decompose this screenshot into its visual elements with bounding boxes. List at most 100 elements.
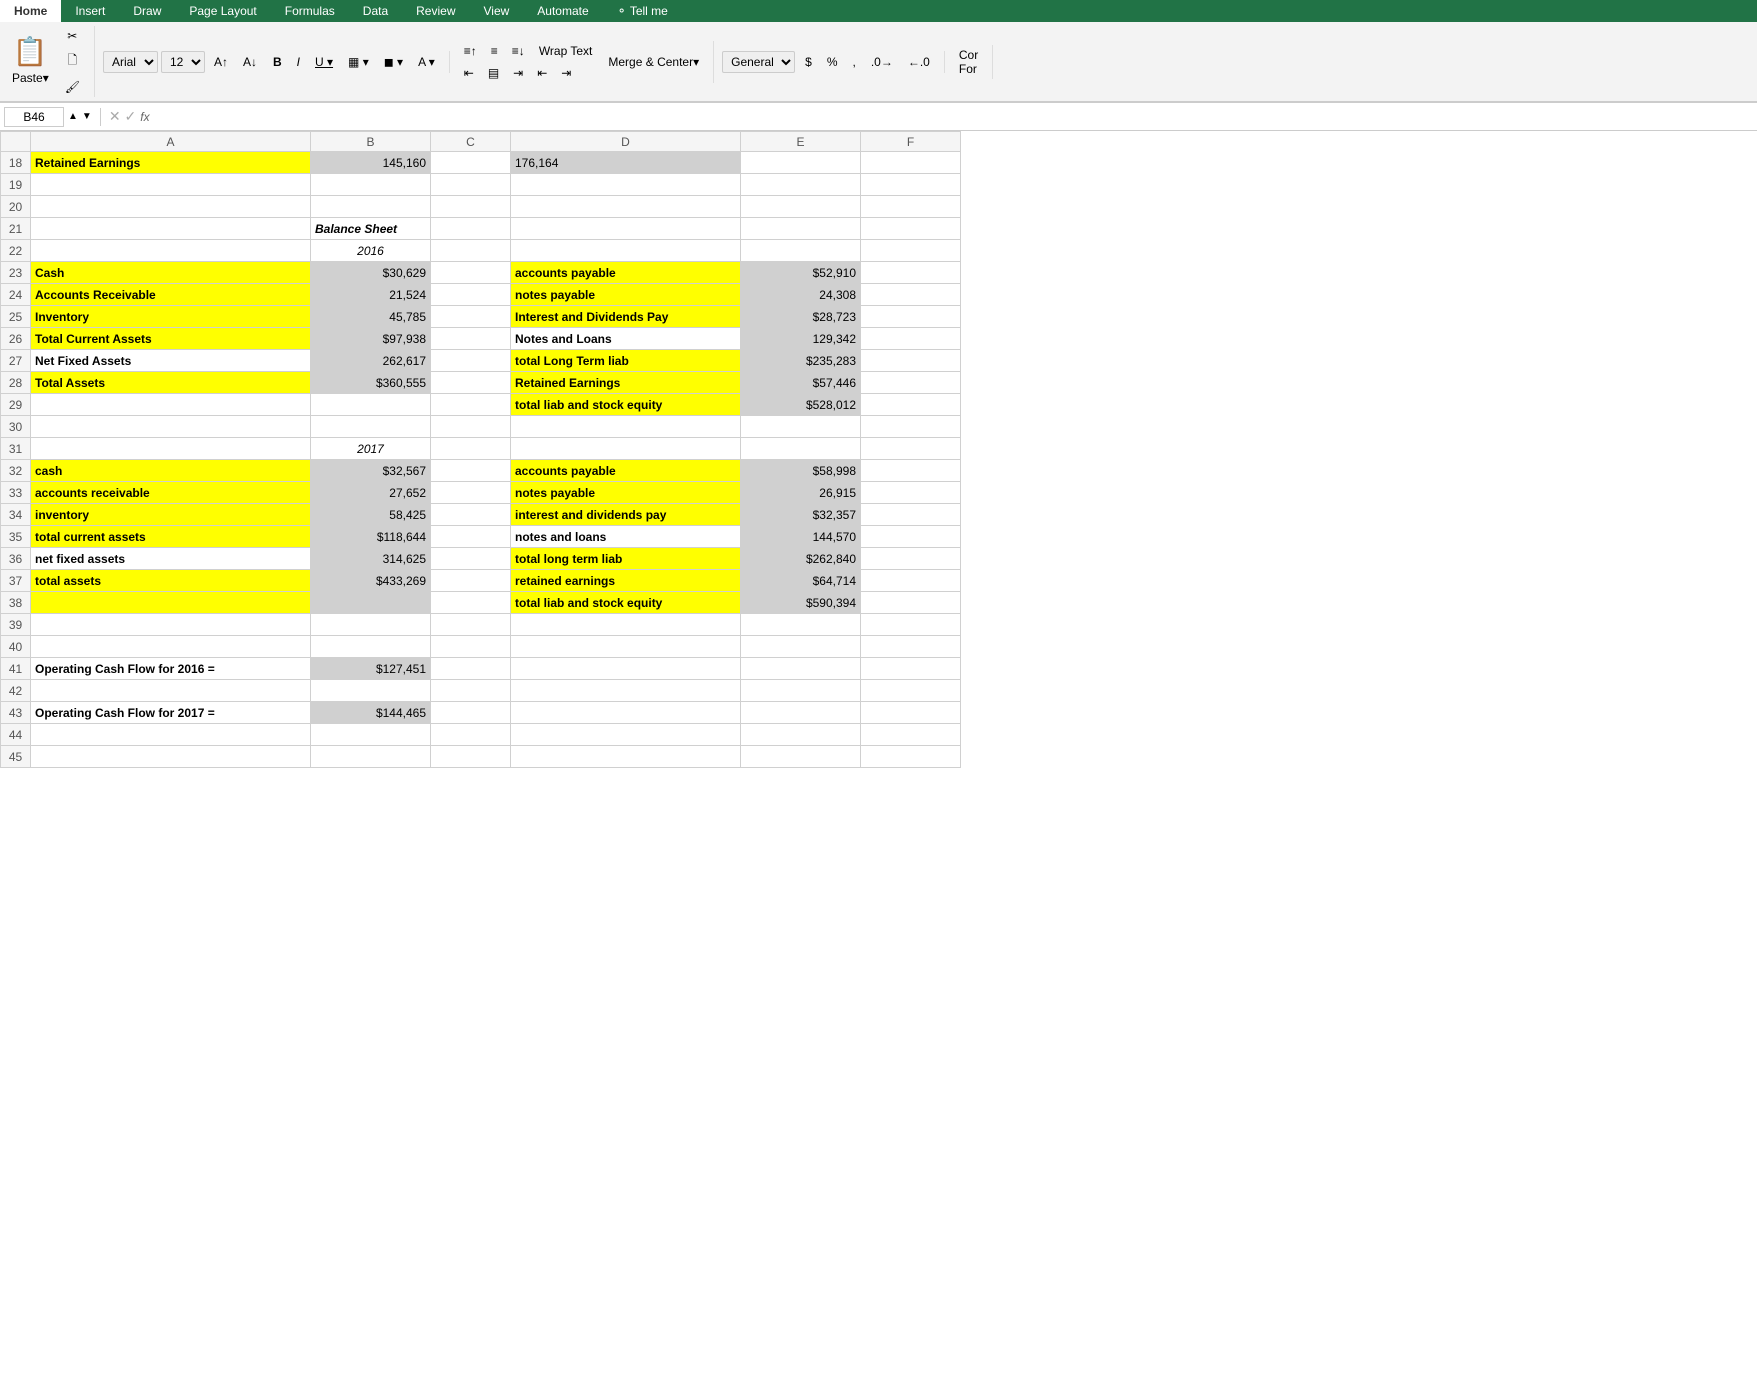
cell-c-37[interactable] xyxy=(431,570,511,592)
cell-b-30[interactable] xyxy=(311,416,431,438)
cell-b-36[interactable]: 314,625 xyxy=(311,548,431,570)
cell-a-22[interactable] xyxy=(31,240,311,262)
cell-f-39[interactable] xyxy=(861,614,961,636)
cell-b-21[interactable]: Balance Sheet xyxy=(311,218,431,240)
cell-c-21[interactable] xyxy=(431,218,511,240)
cell-c-36[interactable] xyxy=(431,548,511,570)
cell-a-28[interactable]: Total Assets xyxy=(31,372,311,394)
cell-a-44[interactable] xyxy=(31,724,311,746)
tab-view[interactable]: View xyxy=(470,0,524,22)
cell-f-28[interactable] xyxy=(861,372,961,394)
cell-a-33[interactable]: accounts receivable xyxy=(31,482,311,504)
cell-a-19[interactable] xyxy=(31,174,311,196)
cell-e-37[interactable]: $64,714 xyxy=(741,570,861,592)
cell-f-33[interactable] xyxy=(861,482,961,504)
align-center-button[interactable]: ▤ xyxy=(482,63,505,83)
cell-f-29[interactable] xyxy=(861,394,961,416)
cell-a-31[interactable] xyxy=(31,438,311,460)
cell-a-40[interactable] xyxy=(31,636,311,658)
cell-c-41[interactable] xyxy=(431,658,511,680)
cell-e-18[interactable] xyxy=(741,152,861,174)
cell-b-26[interactable]: $97,938 xyxy=(311,328,431,350)
tab-review[interactable]: Review xyxy=(402,0,469,22)
cell-f-20[interactable] xyxy=(861,196,961,218)
cell-f-44[interactable] xyxy=(861,724,961,746)
cell-c-28[interactable] xyxy=(431,372,511,394)
cell-f-25[interactable] xyxy=(861,306,961,328)
cell-d-33[interactable]: notes payable xyxy=(511,482,741,504)
cell-d-40[interactable] xyxy=(511,636,741,658)
cell-b-22[interactable]: 2016 xyxy=(311,240,431,262)
cell-d-43[interactable] xyxy=(511,702,741,724)
italic-button[interactable]: I xyxy=(291,52,306,72)
fill-color-button[interactable]: ◼ ▾ xyxy=(378,52,409,72)
cell-a-37[interactable]: total assets xyxy=(31,570,311,592)
cell-a-29[interactable] xyxy=(31,394,311,416)
cell-e-21[interactable] xyxy=(741,218,861,240)
percent-button[interactable]: % xyxy=(821,52,844,72)
tab-automate[interactable]: Automate xyxy=(523,0,602,22)
cell-d-24[interactable]: notes payable xyxy=(511,284,741,306)
indent-decrease-button[interactable]: ⇤ xyxy=(531,63,553,83)
cell-f-38[interactable] xyxy=(861,592,961,614)
decrease-font-button[interactable]: A↓ xyxy=(237,52,263,72)
cell-f-21[interactable] xyxy=(861,218,961,240)
cell-c-24[interactable] xyxy=(431,284,511,306)
cell-f-27[interactable] xyxy=(861,350,961,372)
cell-a-18[interactable]: Retained Earnings xyxy=(31,152,311,174)
cell-f-41[interactable] xyxy=(861,658,961,680)
cell-c-22[interactable] xyxy=(431,240,511,262)
cell-a-32[interactable]: cash xyxy=(31,460,311,482)
cell-b-39[interactable] xyxy=(311,614,431,636)
cell-reference-input[interactable] xyxy=(4,107,64,127)
cell-b-37[interactable]: $433,269 xyxy=(311,570,431,592)
cell-e-41[interactable] xyxy=(741,658,861,680)
cell-c-29[interactable] xyxy=(431,394,511,416)
tab-formulas[interactable]: Formulas xyxy=(271,0,349,22)
cell-d-21[interactable] xyxy=(511,218,741,240)
cell-f-42[interactable] xyxy=(861,680,961,702)
cell-e-45[interactable] xyxy=(741,746,861,768)
cell-e-33[interactable]: 26,915 xyxy=(741,482,861,504)
cell-f-34[interactable] xyxy=(861,504,961,526)
cell-d-38[interactable]: total liab and stock equity xyxy=(511,592,741,614)
tab-tell-me[interactable]: ⚬ Tell me xyxy=(603,0,682,22)
cell-a-24[interactable]: Accounts Receivable xyxy=(31,284,311,306)
align-bottom-button[interactable]: ≡↓ xyxy=(506,41,531,61)
cell-c-23[interactable] xyxy=(431,262,511,284)
cell-d-32[interactable]: accounts payable xyxy=(511,460,741,482)
cell-a-42[interactable] xyxy=(31,680,311,702)
cell-c-26[interactable] xyxy=(431,328,511,350)
increase-font-button[interactable]: A↑ xyxy=(208,52,234,72)
cell-e-32[interactable]: $58,998 xyxy=(741,460,861,482)
currency-button[interactable]: $ xyxy=(799,52,818,72)
cell-b-40[interactable] xyxy=(311,636,431,658)
cell-c-44[interactable] xyxy=(431,724,511,746)
cell-c-33[interactable] xyxy=(431,482,511,504)
cell-f-26[interactable] xyxy=(861,328,961,350)
tab-page-layout[interactable]: Page Layout xyxy=(175,0,270,22)
cell-c-34[interactable] xyxy=(431,504,511,526)
cell-d-19[interactable] xyxy=(511,174,741,196)
cell-d-36[interactable]: total long term liab xyxy=(511,548,741,570)
cell-b-19[interactable] xyxy=(311,174,431,196)
cell-d-20[interactable] xyxy=(511,196,741,218)
cell-c-20[interactable] xyxy=(431,196,511,218)
cell-c-32[interactable] xyxy=(431,460,511,482)
merge-center-button[interactable]: Merge & Center ▾ xyxy=(602,52,705,72)
cell-a-20[interactable] xyxy=(31,196,311,218)
cell-f-30[interactable] xyxy=(861,416,961,438)
cell-b-32[interactable]: $32,567 xyxy=(311,460,431,482)
cell-d-23[interactable]: accounts payable xyxy=(511,262,741,284)
cell-a-45[interactable] xyxy=(31,746,311,768)
cell-f-18[interactable] xyxy=(861,152,961,174)
cell-e-19[interactable] xyxy=(741,174,861,196)
cell-f-40[interactable] xyxy=(861,636,961,658)
cell-e-29[interactable]: $528,012 xyxy=(741,394,861,416)
cell-c-45[interactable] xyxy=(431,746,511,768)
cell-d-18[interactable]: 176,164 xyxy=(511,152,741,174)
cell-e-34[interactable]: $32,357 xyxy=(741,504,861,526)
cell-b-31[interactable]: 2017 xyxy=(311,438,431,460)
cell-a-39[interactable] xyxy=(31,614,311,636)
cell-b-27[interactable]: 262,617 xyxy=(311,350,431,372)
